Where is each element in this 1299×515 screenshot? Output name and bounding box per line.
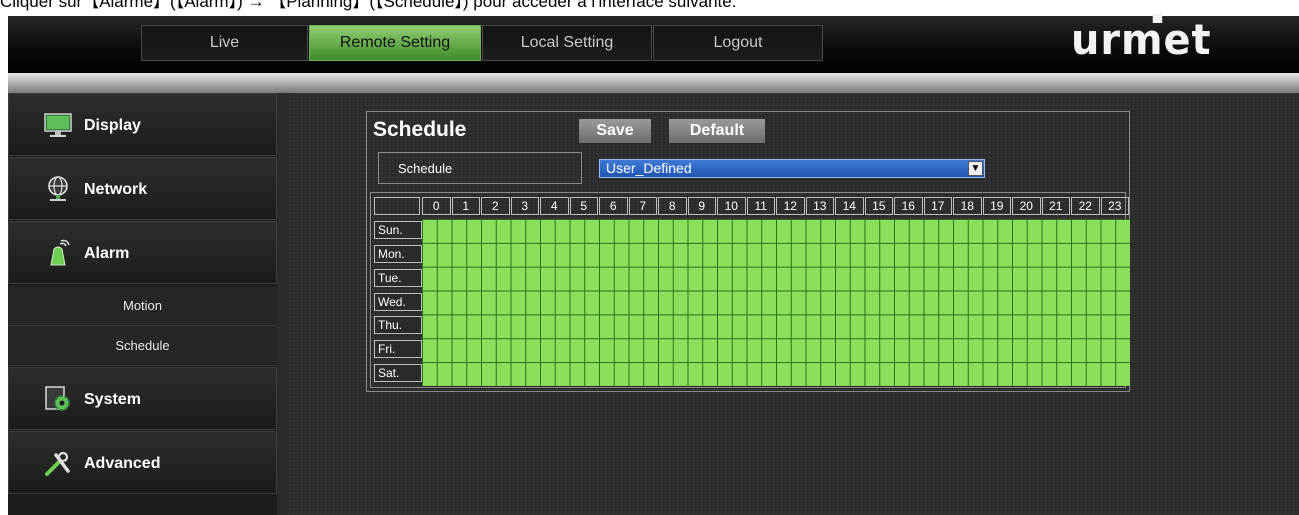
hour-header-4: 4	[540, 197, 569, 215]
day-label: Mon.	[374, 244, 422, 263]
dvr-web-app: Live Remote Setting Local Setting Logout…	[8, 14, 1299, 515]
chevron-down-icon[interactable]: ▼	[968, 161, 983, 176]
day-label: Thu.	[374, 316, 422, 335]
hour-header-21: 21	[1041, 197, 1070, 215]
sidebar-item-label: Display	[84, 117, 141, 134]
tools-icon	[45, 451, 70, 476]
hour-header-19: 19	[982, 197, 1011, 215]
sidebar-item-display[interactable]: Display	[8, 93, 277, 156]
hour-header-16: 16	[894, 197, 923, 215]
page-caption: Cliquer sur【Alarme】(【Alarm】) → 【Planning…	[0, 0, 737, 11]
sidebar-item-label: Network	[84, 181, 148, 198]
sidebar-item-advanced[interactable]: Advanced	[8, 431, 277, 494]
hour-header-9: 9	[687, 197, 716, 215]
sidebar-item-label: System	[84, 391, 141, 408]
hour-header-10: 10	[717, 197, 746, 215]
hour-header-5: 5	[569, 197, 598, 215]
sidebar-item-system[interactable]: System	[8, 367, 277, 430]
day-label: Sat.	[374, 364, 422, 383]
sidebar-item-network[interactable]: Network	[8, 157, 277, 220]
sidebar-subitem-schedule[interactable]: Schedule	[8, 326, 277, 366]
day-label: Fri.	[374, 340, 422, 359]
schedule-grid: 0 1 2 3 4 5 6 7 8 9 10 11 12 13 14 15 16 17 18 19 20 21 22 23 S…	[370, 192, 1130, 388]
schedule-panel: Schedule Save Default Schedule User_Defi…	[366, 111, 1130, 392]
default-button[interactable]: Default	[669, 119, 765, 143]
tab-local-setting[interactable]: Local Setting	[482, 25, 652, 61]
hour-header-11: 11	[746, 197, 775, 215]
sidebar-subitem-motion[interactable]: Motion	[8, 286, 277, 326]
schedule-field-label: Schedule	[378, 152, 582, 184]
monitor-icon	[44, 113, 72, 137]
system-gear-icon	[45, 386, 70, 411]
tab-live[interactable]: Live	[141, 25, 308, 61]
tab-logout[interactable]: Logout	[653, 25, 823, 61]
sidebar-item-alarm[interactable]: Alarm	[8, 221, 277, 284]
network-globe-icon	[48, 176, 68, 201]
sidebar-item-label: Alarm	[84, 245, 130, 262]
top-nav-bar: Live Remote Setting Local Setting Logout…	[8, 14, 1299, 73]
tab-remote-setting[interactable]: Remote Setting	[309, 25, 481, 61]
hour-header-6: 6	[599, 197, 628, 215]
hour-header-13: 13	[805, 197, 834, 215]
sidebar: Display Network Alarm Motion Schedule Sy…	[8, 93, 277, 515]
hour-header-18: 18	[953, 197, 982, 215]
day-label: Wed.	[374, 292, 422, 311]
day-label: Sun.	[374, 221, 422, 239]
day-label: Tue.	[374, 268, 422, 287]
panel-title: Schedule	[373, 118, 467, 141]
save-button[interactable]: Save	[579, 119, 651, 143]
main-content: Schedule Save Default Schedule User_Defi…	[289, 93, 1299, 515]
header-divider-bar	[8, 73, 1299, 93]
hour-header-3: 3	[510, 197, 539, 215]
hour-header-7: 7	[628, 197, 657, 215]
grid-corner	[374, 197, 420, 215]
sidebar-item-label: Advanced	[84, 455, 161, 472]
schedule-select[interactable]: User_Defined ▼	[599, 159, 985, 178]
hour-header-17: 17	[923, 197, 952, 215]
urmet-logo: urmet	[1071, 14, 1211, 68]
hour-header-12: 12	[776, 197, 805, 215]
hour-header-23: 23	[1100, 197, 1129, 215]
hour-header-22: 22	[1071, 197, 1100, 215]
hour-header-20: 20	[1012, 197, 1041, 215]
hour-header-2: 2	[481, 197, 510, 215]
hour-header-15: 15	[864, 197, 893, 215]
hour-header-0: 0	[422, 197, 451, 215]
schedule-select-value: User_Defined	[606, 160, 692, 176]
hour-header-8: 8	[658, 197, 687, 215]
schedule-cells[interactable]	[422, 219, 1130, 386]
hour-header-14: 14	[835, 197, 864, 215]
alarm-siren-icon	[50, 239, 70, 266]
hour-header-1: 1	[451, 197, 480, 215]
